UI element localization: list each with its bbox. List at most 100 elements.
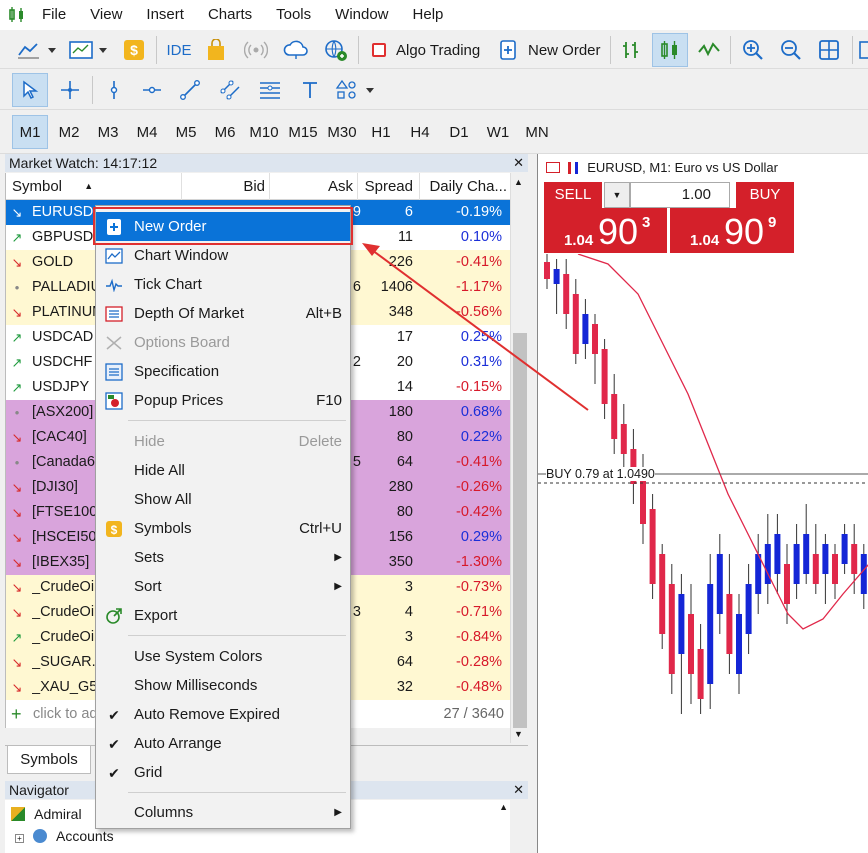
navigator-item-admiral[interactable]: Admiral — [11, 803, 82, 825]
menu-view[interactable]: View — [78, 0, 134, 30]
menu-insert[interactable]: Insert — [134, 0, 196, 30]
menu-item-sort[interactable]: Sort ▶ — [96, 572, 350, 601]
chart-window[interactable]: EURUSD, M1: Euro vs US Dollar SELL ▼ 1.0… — [537, 154, 868, 853]
cursor-icon[interactable] — [12, 73, 48, 107]
line-chart-icon[interactable] — [692, 35, 726, 65]
timeframe-m4[interactable]: M4 — [129, 115, 165, 149]
sell-price[interactable]: 1.04 90 3 — [544, 208, 667, 253]
checkmark-icon: ✔ — [108, 735, 120, 752]
bar-chart-icon[interactable] — [614, 35, 648, 65]
scroll-down-icon[interactable]: ▼ — [514, 729, 523, 739]
close-icon[interactable]: ✕ — [513, 154, 524, 172]
menu-window[interactable]: Window — [323, 0, 400, 30]
timeframe-m2[interactable]: M2 — [51, 115, 87, 149]
timeframe-w1[interactable]: W1 — [480, 115, 516, 149]
menu-label: Chart Window — [134, 247, 229, 264]
menu-item-hide-all[interactable]: Hide All — [96, 456, 350, 485]
menu-tools[interactable]: Tools — [264, 0, 323, 30]
menu-item-columns[interactable]: Columns ▶ — [96, 798, 350, 827]
menu-item-show-milliseconds[interactable]: Show Milliseconds — [96, 671, 350, 700]
header-bid[interactable]: Bid — [182, 173, 270, 200]
scroll-up-icon[interactable]: ▲ — [514, 177, 523, 187]
header-symbol[interactable]: Symbol ▲ — [6, 173, 182, 200]
timeframe-m1[interactable]: M1 — [12, 115, 48, 149]
timeframe-h4[interactable]: H4 — [402, 115, 438, 149]
signals-icon[interactable] — [240, 35, 272, 65]
shapes-icon[interactable] — [332, 73, 380, 107]
fibonacci-icon[interactable] — [252, 73, 288, 107]
timeframe-m3[interactable]: M3 — [90, 115, 126, 149]
crosshair-icon[interactable] — [52, 73, 88, 107]
menu-item-options-board[interactable]: Options Board — [96, 328, 350, 357]
menu-item-popup-prices[interactable]: Popup Prices F10 — [96, 386, 350, 415]
menu-item-export[interactable]: Export — [96, 601, 350, 630]
menu-help[interactable]: Help — [401, 0, 456, 30]
menu-label: Auto Remove Expired — [134, 706, 280, 723]
vps-icon[interactable] — [320, 35, 352, 65]
vertical-scrollbar[interactable]: ▲ ▼ — [510, 173, 528, 743]
menu-item-auto-arrange[interactable]: ✔ Auto Arrange — [96, 729, 350, 758]
tile-windows-icon[interactable] — [812, 35, 846, 65]
svg-text:$: $ — [130, 42, 138, 58]
timeframe-d1[interactable]: D1 — [441, 115, 477, 149]
trendline-icon[interactable] — [172, 73, 208, 107]
chart-type-button[interactable] — [14, 35, 64, 65]
new-order-button[interactable]: New Order — [494, 35, 606, 65]
candlestick-chart-icon[interactable] — [652, 33, 688, 67]
zoom-out-icon[interactable] — [774, 35, 808, 65]
menu-item-tick-chart[interactable]: Tick Chart — [96, 270, 350, 299]
menu-item-specification[interactable]: Specification — [96, 357, 350, 386]
scrollbar-thumb[interactable] — [513, 333, 527, 728]
timeframe-m30[interactable]: M30 — [324, 115, 360, 149]
timeframe-m10[interactable]: M10 — [246, 115, 282, 149]
trend-arrow-icon: ↘ — [11, 480, 23, 495]
menu-item-auto-remove-expired[interactable]: ✔ Auto Remove Expired — [96, 700, 350, 729]
menu-item-chart-window[interactable]: Chart Window — [96, 241, 350, 270]
text-tool-icon[interactable] — [292, 73, 328, 107]
shopping-bag-icon[interactable] — [200, 35, 232, 65]
admiral-logo-icon — [11, 807, 25, 821]
navigator-close-icon[interactable]: ✕ — [513, 781, 524, 799]
menu-item-hide[interactable]: Hide Delete — [96, 427, 350, 456]
channel-icon[interactable] — [212, 73, 248, 107]
ide-button[interactable]: IDE — [162, 35, 196, 65]
timeframe-m5[interactable]: M5 — [168, 115, 204, 149]
quantity-down-icon[interactable]: ▼ — [604, 182, 630, 208]
profiles-button[interactable] — [66, 35, 114, 65]
menu-charts[interactable]: Charts — [196, 0, 264, 30]
candle-body — [851, 544, 858, 574]
menu-item-show-all[interactable]: Show All — [96, 485, 350, 514]
sell-button[interactable]: SELL — [544, 182, 602, 208]
menu-item-grid[interactable]: ✔ Grid — [96, 758, 350, 787]
timeframe-m15[interactable]: M15 — [285, 115, 321, 149]
candle-body — [668, 584, 675, 674]
timeframe-m6[interactable]: M6 — [207, 115, 243, 149]
algo-trading-button[interactable]: Algo Trading — [366, 35, 488, 65]
horizontal-line-icon[interactable] — [134, 73, 170, 107]
navigator-scroll-up-icon[interactable]: ▲ — [499, 802, 508, 812]
header-spread[interactable]: Spread — [358, 173, 420, 200]
menu-label: Auto Arrange — [134, 735, 222, 752]
timeframe-h1[interactable]: H1 — [363, 115, 399, 149]
menu-item-symbols[interactable]: $ Symbols Ctrl+U — [96, 514, 350, 543]
header-daily-change[interactable]: Daily Cha... — [420, 173, 511, 200]
buy-button[interactable]: BUY — [736, 182, 794, 208]
menu-file[interactable]: File — [30, 0, 78, 30]
menu-item-sets[interactable]: Sets ▶ — [96, 543, 350, 572]
more-icon[interactable] — [856, 35, 868, 65]
cloud-icon[interactable] — [280, 35, 312, 65]
market-icon[interactable]: $ — [120, 35, 148, 65]
quantity-input[interactable]: 1.00 — [630, 182, 730, 208]
header-ask[interactable]: Ask — [270, 173, 358, 200]
tab-symbols[interactable]: Symbols — [7, 746, 91, 774]
position-line-label[interactable]: BUY 0.79 at 1.0490 — [546, 467, 655, 481]
candle-body — [601, 349, 608, 404]
timeframe-mn[interactable]: MN — [519, 115, 555, 149]
menu-item-depth-of-market[interactable]: Depth Of Market Alt+B — [96, 299, 350, 328]
candle-body — [716, 554, 723, 614]
trend-arrow-icon: ↘ — [11, 205, 23, 220]
zoom-in-icon[interactable] — [736, 35, 770, 65]
menu-item-use-system-colors[interactable]: Use System Colors — [96, 642, 350, 671]
vertical-line-icon[interactable] — [96, 73, 132, 107]
buy-price[interactable]: 1.04 90 9 — [670, 208, 794, 253]
